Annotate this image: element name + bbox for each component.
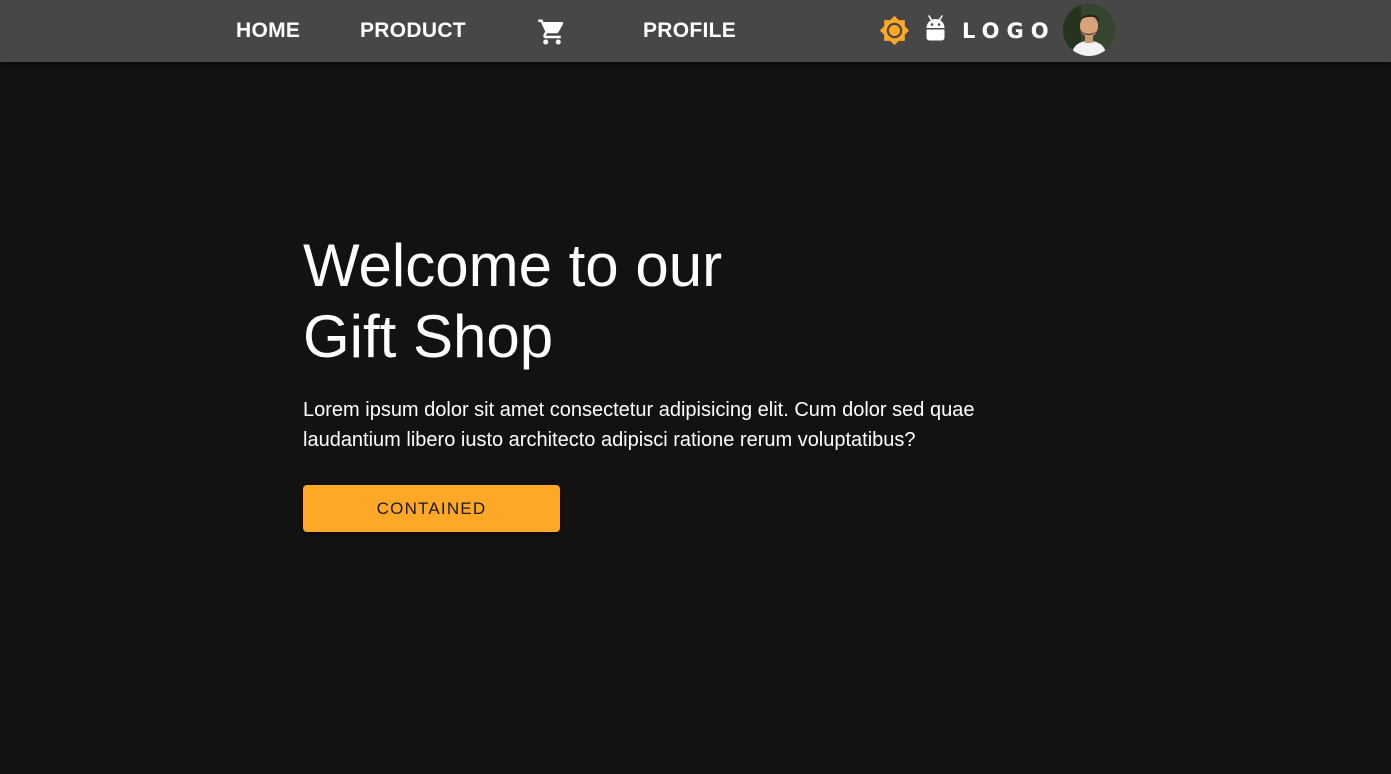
logo-text: LOGO — [962, 19, 1056, 43]
hero-title: Welcome to our Gift Shop — [303, 230, 803, 372]
hero-title-line-1: Welcome to our — [303, 232, 723, 299]
android-icon — [924, 15, 947, 45]
nav-profile-link[interactable]: PROFILE — [643, 0, 736, 62]
hero-section: Welcome to our Gift Shop Lorem ipsum dol… — [303, 230, 1023, 455]
hero-title-line-2: Gift Shop — [303, 303, 554, 370]
sun-icon[interactable] — [879, 15, 910, 46]
app-bar: HOME PRODUCT PROFILE LOGO — [0, 0, 1391, 62]
nav-product-link[interactable]: PRODUCT — [360, 0, 466, 62]
avatar[interactable] — [1063, 4, 1115, 56]
nav-home-link[interactable]: HOME — [236, 0, 300, 62]
hero-description: Lorem ipsum dolor sit amet consectetur a… — [303, 399, 975, 451]
contained-button[interactable]: CONTAINED — [303, 485, 560, 532]
cart-icon[interactable] — [537, 17, 567, 47]
